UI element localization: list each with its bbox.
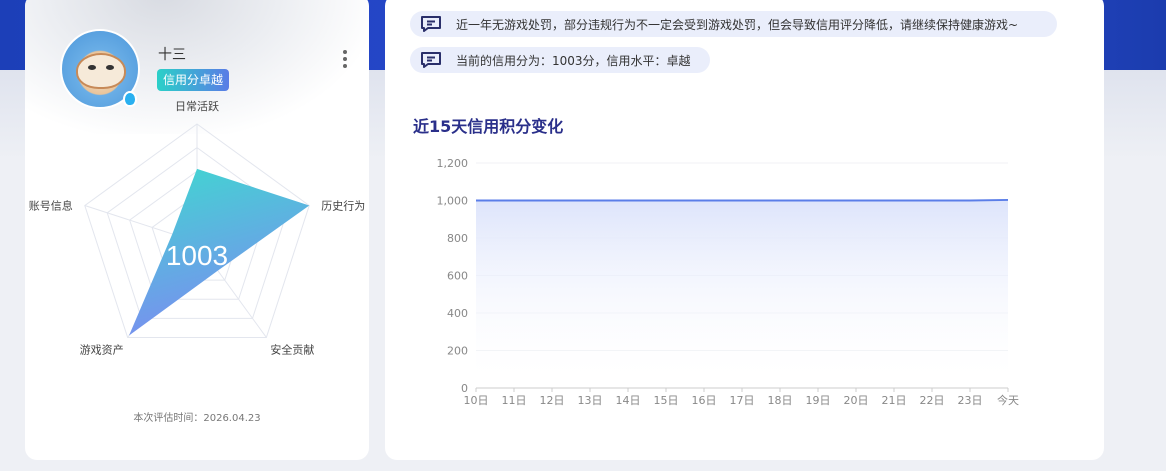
chart-data-point[interactable] — [512, 199, 516, 203]
chart-data-point[interactable] — [1006, 198, 1010, 202]
chart-data-point[interactable] — [664, 199, 668, 203]
x-tick-label: 18日 — [768, 394, 793, 407]
radar-axis-label: 游戏资产 — [80, 342, 124, 356]
x-tick-label: 16日 — [692, 394, 717, 407]
x-tick-label: 12日 — [540, 394, 565, 407]
x-tick-label: 21日 — [882, 394, 907, 407]
chart-data-point[interactable] — [930, 199, 934, 203]
chart-data-point[interactable] — [778, 199, 782, 203]
chart-data-point[interactable] — [740, 199, 744, 203]
chart-data-point[interactable] — [854, 199, 858, 203]
credit-trend-chart: 02004006008001,0001,200 10日 11日 12日 13日 14日 1… — [437, 157, 1020, 407]
chart-data-point[interactable] — [816, 199, 820, 203]
profile-card: 十三 信用分卓越 日常活跃 历史行为 安全贡献 游戏资产 账号信息 1003 本次评估时… — [25, 0, 369, 460]
radar-axis-label: 账号信息 — [29, 199, 73, 213]
radar-chart: 日常活跃历史行为安全贡献 游戏资产 账号信息 1003 — [29, 99, 365, 356]
chart-data-point[interactable] — [474, 199, 478, 203]
x-tick-label: 10日 — [464, 394, 489, 407]
x-tick-label: 今天 — [997, 393, 1019, 407]
y-tick-label: 400 — [447, 307, 468, 320]
x-tick-label: 11日 — [502, 394, 527, 407]
x-tick-label: 23日 — [958, 394, 983, 407]
credit-detail-card: 近一年无游戏处罚，部分违规行为不一定会受到游戏处罚，但会导致信用评分降低，请继续… — [385, 0, 1104, 460]
evaluation-time: 本次评估时间：2026.04.23 — [133, 413, 261, 424]
chart-data-point[interactable] — [588, 199, 592, 203]
credit-score-value: 1003 — [166, 240, 228, 271]
chart-data-point[interactable] — [550, 199, 554, 203]
y-tick-label: 800 — [447, 232, 468, 245]
x-tick-label: 19日 — [806, 394, 831, 407]
radar-axis-label: 日常活跃 — [175, 99, 219, 113]
x-tick-label: 13日 — [578, 394, 603, 407]
x-tick-label: 15日 — [654, 394, 679, 407]
y-tick-label: 200 — [447, 345, 468, 358]
radar-axis-label: 安全贡献 — [270, 342, 314, 356]
x-tick-label: 14日 — [616, 394, 641, 407]
chart-data-point[interactable] — [626, 199, 630, 203]
chart-data-point[interactable] — [892, 199, 896, 203]
radar-axis-label: 历史行为 — [321, 200, 365, 213]
chart-data-point[interactable] — [702, 199, 706, 203]
y-tick-label: 600 — [447, 270, 468, 283]
chart-area-fill — [476, 199, 1008, 388]
x-tick-label: 17日 — [730, 394, 755, 407]
x-tick-label: 22日 — [920, 394, 945, 407]
y-tick-label: 1,200 — [437, 157, 469, 170]
y-tick-label: 1,000 — [437, 195, 469, 208]
x-tick-label: 20日 — [844, 394, 869, 407]
chart-data-point[interactable] — [968, 199, 972, 203]
